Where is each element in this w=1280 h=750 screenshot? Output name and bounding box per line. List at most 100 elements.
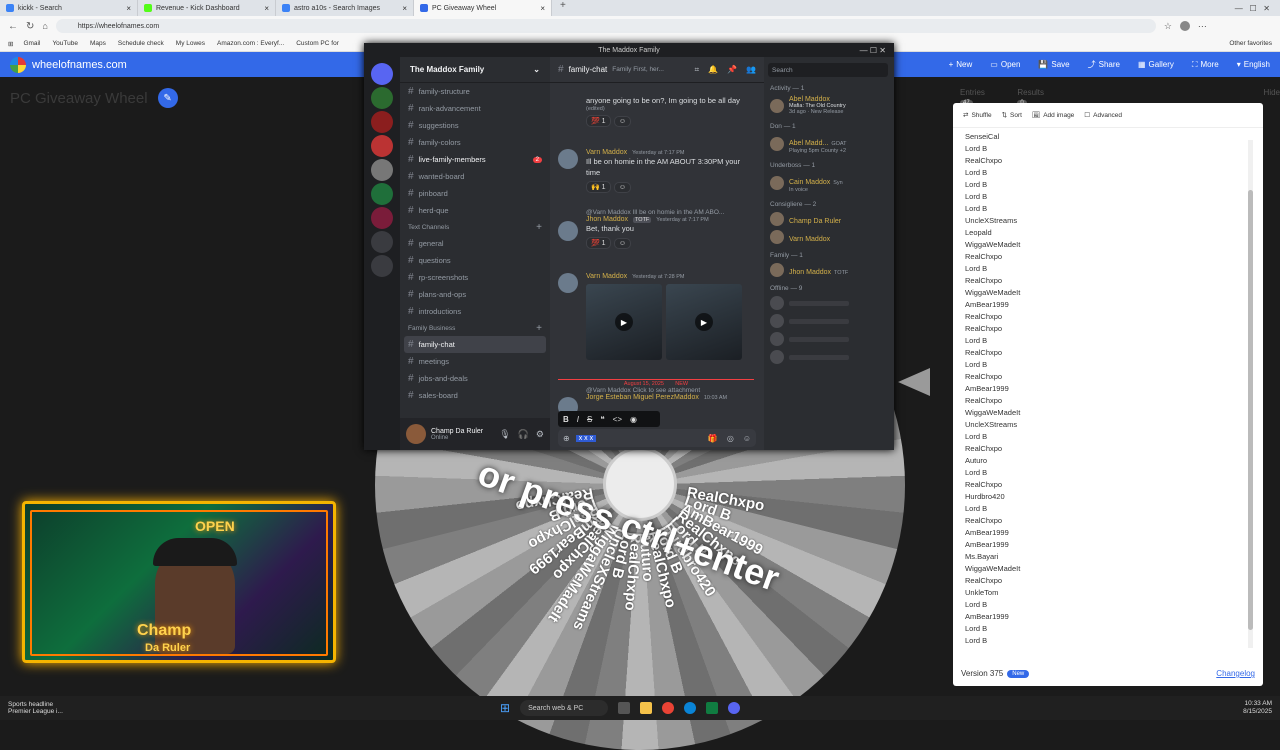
start-icon[interactable]: ⊞ [500, 701, 510, 715]
close-icon[interactable]: × [264, 4, 269, 13]
entry-item[interactable]: Lord B [965, 143, 1251, 155]
entry-item[interactable]: UnkleTom [965, 587, 1251, 599]
channel-rank-advancement[interactable]: # rank-advancement [400, 100, 550, 117]
new-tab-icon[interactable]: + [552, 0, 574, 16]
discord-window-controls[interactable]: — ☐ ✕ [860, 46, 886, 55]
entry-item[interactable]: RealChxpo [965, 251, 1251, 263]
settings-gear-icon[interactable]: ⚙ [536, 429, 544, 440]
menu-open[interactable]: ▭ Open [990, 59, 1020, 70]
more-options-icon[interactable]: ⋯ [1198, 21, 1207, 32]
window-controls[interactable]: — ☐ ✕ [1235, 4, 1270, 13]
threads-icon[interactable]: ⌗ [695, 65, 700, 75]
back-icon[interactable]: ← [8, 21, 18, 32]
channel-wanted-board[interactable]: # wanted-board [400, 168, 550, 185]
tool-advanced[interactable]: ☐ Advanced [1084, 111, 1122, 120]
member-row[interactable]: Varn Maddox [770, 230, 888, 244]
browser-tab[interactable]: kickk - Search × [0, 0, 138, 16]
entry-item[interactable]: Lord B [965, 431, 1251, 443]
member-name[interactable]: Champ Da Ruler [789, 218, 841, 225]
headphones-icon[interactable]: 🎧 [518, 429, 529, 440]
file-explorer-icon[interactable] [640, 702, 653, 714]
refresh-icon[interactable]: ↻ [26, 21, 34, 32]
message-author[interactable]: Jorge Esteban Miguel PerezMaddox [586, 394, 699, 401]
channel-plans-and-ops[interactable]: # plans-and-ops [400, 286, 550, 303]
channel-questions[interactable]: # questions [400, 252, 550, 269]
entry-item[interactable]: Lord B [965, 635, 1251, 646]
spoiler-icon[interactable]: ◉ [630, 415, 637, 424]
profile-avatar[interactable] [1179, 21, 1190, 31]
add-reaction-icon[interactable]: ☺ [613, 238, 632, 249]
entry-item[interactable]: Lord B [965, 191, 1251, 203]
wheel-title[interactable]: PC Giveaway Wheel ✎ [10, 88, 178, 108]
member-name[interactable]: Varn Maddox [789, 236, 830, 243]
server-icon[interactable] [371, 183, 393, 205]
entry-item[interactable]: RealChxpo [965, 323, 1251, 335]
avatar[interactable] [558, 273, 578, 293]
menu-english[interactable]: ▾ English [1237, 59, 1270, 70]
server-icon[interactable] [371, 135, 393, 157]
avatar[interactable] [770, 332, 784, 346]
channel-family-structure[interactable]: # family-structure [400, 83, 550, 100]
offline-member-row[interactable] [770, 314, 888, 328]
entry-item[interactable]: RealChxpo [965, 347, 1251, 359]
avatar[interactable] [770, 296, 784, 310]
member-row[interactable]: Cain Maddox Syn In voice [770, 173, 888, 193]
offline-member-row[interactable] [770, 332, 888, 346]
strikethrough-icon[interactable]: S [587, 415, 592, 424]
close-icon[interactable]: × [540, 4, 545, 13]
channel-family-colors[interactable]: # family-colors [400, 134, 550, 151]
channel-live-family-members[interactable]: # live-family-members 2 [400, 151, 550, 168]
message-author[interactable]: Varn Maddox [586, 149, 627, 156]
bookmark-item[interactable]: Gmail [23, 40, 40, 47]
bookmark-item[interactable]: My Lowes [176, 40, 205, 47]
search-input[interactable]: Search [768, 63, 888, 77]
reaction[interactable]: 💯 1 [586, 115, 611, 127]
discord-icon[interactable] [728, 702, 741, 714]
server-icon[interactable] [371, 231, 393, 253]
emoji-icon[interactable]: ☺ [743, 434, 751, 443]
entry-item[interactable]: Lord B [965, 203, 1251, 215]
members-icon[interactable]: 👥 [746, 65, 756, 75]
entry-item[interactable]: RealChxpo [965, 275, 1251, 287]
entry-item[interactable]: RealChxpo [965, 443, 1251, 455]
channel-pinboard[interactable]: # pinboard [400, 185, 550, 202]
video-attachment[interactable]: ▶ [586, 284, 662, 360]
other-favorites[interactable]: Other favorites [1229, 40, 1272, 47]
entry-item[interactable]: UncleXStreams [965, 419, 1251, 431]
entry-item[interactable]: Lord B [965, 179, 1251, 191]
menu-share[interactable]: ⤴ Share [1088, 59, 1120, 70]
hide-button[interactable]: Hide [1264, 88, 1280, 106]
member-name[interactable]: Abel Madd... [789, 140, 828, 147]
entry-item[interactable]: Leopald [965, 227, 1251, 239]
entry-item[interactable]: AmBear1999 [965, 539, 1251, 551]
channel-jobs-and-deals[interactable]: # jobs-and-deals [400, 370, 550, 387]
home-icon[interactable]: ⌂ [42, 21, 47, 31]
bookmark-item[interactable]: Custom PC for [296, 40, 339, 47]
message-author[interactable]: Varn Maddox [586, 273, 627, 280]
bell-icon[interactable]: 🔔 [708, 65, 718, 75]
sticker-icon[interactable]: ◎ [727, 434, 734, 443]
entries-textarea[interactable]: SenseiCal Lord B RealChxpo Lord B Lord B Lord… [953, 128, 1263, 646]
add-reaction-icon[interactable]: ☺ [613, 116, 632, 127]
channel-herd-que[interactable]: # herd-que [400, 202, 550, 219]
entry-item[interactable]: Lord B [965, 599, 1251, 611]
entry-item[interactable]: RealChxpo [965, 395, 1251, 407]
entry-item[interactable]: AmBear1999 [965, 611, 1251, 623]
play-icon[interactable]: ▶ [615, 313, 633, 331]
entry-item[interactable]: RealChxpo [965, 371, 1251, 383]
tool-shuffle[interactable]: ⇄ Shuffle [963, 111, 992, 120]
entry-item[interactable]: RealChxpo [965, 575, 1251, 587]
server-icon[interactable] [371, 87, 393, 109]
close-icon[interactable]: × [126, 4, 131, 13]
bookmark-item[interactable]: YouTube [52, 40, 78, 47]
entries-scroll-thumb[interactable] [1248, 190, 1253, 630]
add-reaction-icon[interactable]: ☺ [613, 182, 632, 193]
pencil-icon[interactable]: ✎ [157, 88, 178, 108]
bookmarks-grid-icon[interactable]: ⊞ [8, 40, 13, 48]
category-text-channels[interactable]: Text Channels + [400, 219, 550, 235]
entry-item[interactable]: WiggaWeMadeIt [965, 239, 1251, 251]
italic-icon[interactable]: I [577, 415, 579, 424]
channel-family-chat[interactable]: # family-chat [404, 336, 546, 353]
won-logo[interactable]: wheelofnames.com [10, 56, 127, 73]
avatar[interactable] [558, 149, 578, 169]
